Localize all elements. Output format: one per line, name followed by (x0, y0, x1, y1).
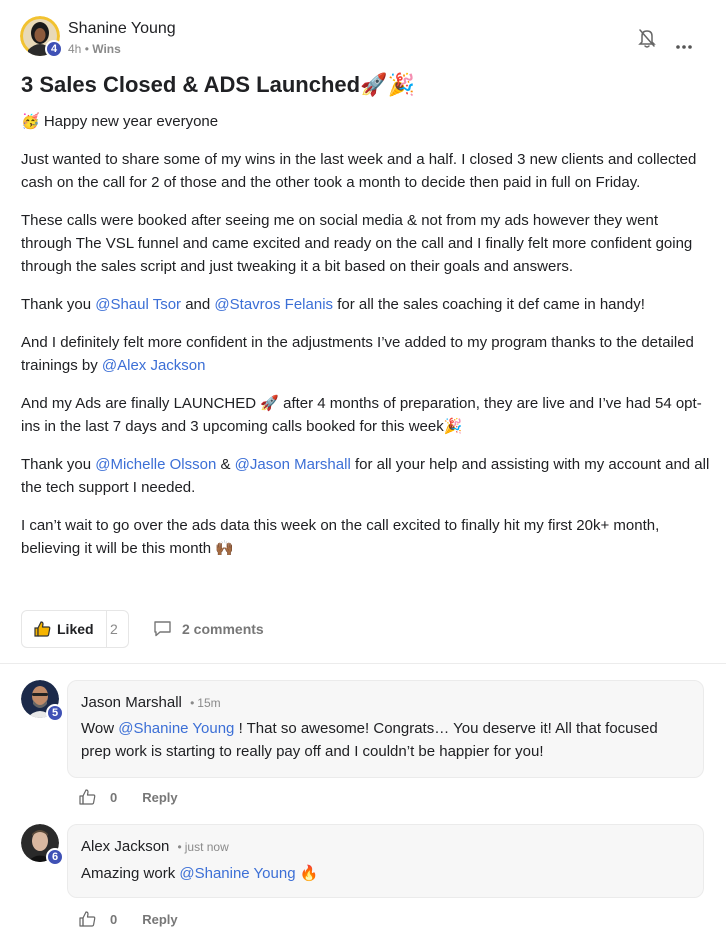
reply-button[interactable]: Reply (142, 790, 177, 805)
comment-bubble: Alex Jackson • just now Amazing work @Sha… (67, 824, 704, 898)
comment-bubble: Jason Marshall • 15m Wow @Shanine Young !… (67, 680, 704, 778)
post-paragraph: These calls were booked after seeing me … (21, 212, 693, 275)
thumbs-up-icon[interactable] (79, 789, 96, 805)
text-span: Thank you (21, 456, 96, 473)
comments-link[interactable]: 2 comments (153, 620, 264, 637)
post-action-bar: Liked 2 2 comments (21, 610, 707, 650)
comment-time: 15m (197, 696, 221, 710)
text-span: Amazing work (81, 865, 180, 882)
post-time: 4h (68, 42, 82, 56)
comment-actions: 0 Reply (79, 789, 178, 805)
reply-button[interactable]: Reply (142, 912, 177, 927)
author-level-badge: 4 (45, 40, 63, 58)
post-paragraph: I can’t wait to go over the ads data thi… (21, 517, 660, 557)
like-label: Liked (57, 621, 94, 637)
post-paragraph: Just wanted to share some of my wins in … (21, 151, 697, 191)
post-header: 4 Shanine Young 4h • Wins (20, 16, 706, 60)
text-span: and (181, 296, 215, 313)
text-span: 🔥 (295, 865, 319, 882)
like-button[interactable]: Liked 2 (21, 610, 129, 648)
post-paragraph: Thank you @Shaul Tsor and @Stavros Felan… (21, 293, 711, 316)
mention-link[interactable]: @Alex Jackson (102, 357, 206, 374)
comment-header: Alex Jackson • just now (81, 838, 229, 855)
mention-link[interactable]: @Stavros Felanis (214, 296, 333, 313)
comment-like-count: 0 (110, 911, 118, 927)
comment-like-count: 0 (110, 789, 118, 805)
comment-time-separator: • (190, 696, 195, 710)
bell-off-icon[interactable] (638, 28, 656, 53)
mention-link[interactable]: @Michelle Olsson (95, 456, 216, 473)
mention-link[interactable]: @Shanine Young (118, 720, 234, 737)
thumbs-up-icon (34, 621, 51, 637)
more-icon[interactable] (676, 36, 692, 54)
comment-actions: 0 Reply (79, 911, 178, 927)
like-count: 2 (110, 621, 118, 637)
thumbs-up-icon[interactable] (79, 911, 96, 927)
commenter-level-badge: 6 (46, 848, 64, 866)
post-body: 🥳 Happy new year everyone Just wanted to… (21, 110, 711, 575)
post-paragraph: And my Ads are finally LAUNCHED 🚀 after … (21, 395, 702, 435)
author-name[interactable]: Shanine Young (68, 20, 176, 38)
text-span: Thank you (21, 296, 96, 313)
mention-link[interactable]: @Shaul Tsor (95, 296, 181, 313)
post-paragraph: And I definitely felt more confident in … (21, 331, 711, 377)
text-span: for all the sales coaching it def came i… (333, 296, 645, 313)
commenter-level-badge: 5 (46, 704, 64, 722)
divider (0, 663, 726, 664)
post-meta: 4h • Wins (68, 42, 121, 56)
post-title: 3 Sales Closed & ADS Launched🚀🎉 (21, 72, 415, 97)
comments-count-label: 2 comments (182, 620, 264, 637)
comment-text: Wow @Shanine Young ! That so awesome! Co… (81, 717, 691, 763)
comment-icon (153, 620, 172, 637)
mention-link[interactable]: @Shanine Young (179, 865, 295, 882)
comment-header: Jason Marshall • 15m (81, 694, 221, 711)
mention-link[interactable]: @Jason Marshall (235, 456, 351, 473)
comment: 5 Jason Marshall • 15m Wow @Shanine Young… (21, 680, 707, 810)
comment-time-separator: • (177, 840, 182, 854)
commenter-name[interactable]: Alex Jackson (81, 838, 169, 855)
comment-time: just now (184, 840, 229, 854)
comment-text: Amazing work @Shanine Young 🔥 (81, 862, 691, 885)
post-category[interactable]: Wins (92, 42, 121, 56)
comment: 6 Alex Jackson • just now Amazing work @S… (21, 824, 707, 934)
post-paragraph: Thank you @Michelle Olsson & @Jason Mars… (21, 453, 711, 499)
text-span: & (216, 456, 235, 473)
commenter-name[interactable]: Jason Marshall (81, 694, 182, 711)
text-span: Wow (81, 720, 119, 737)
meta-separator: • (84, 42, 89, 56)
post-paragraph: 🥳 Happy new year everyone (21, 113, 219, 130)
